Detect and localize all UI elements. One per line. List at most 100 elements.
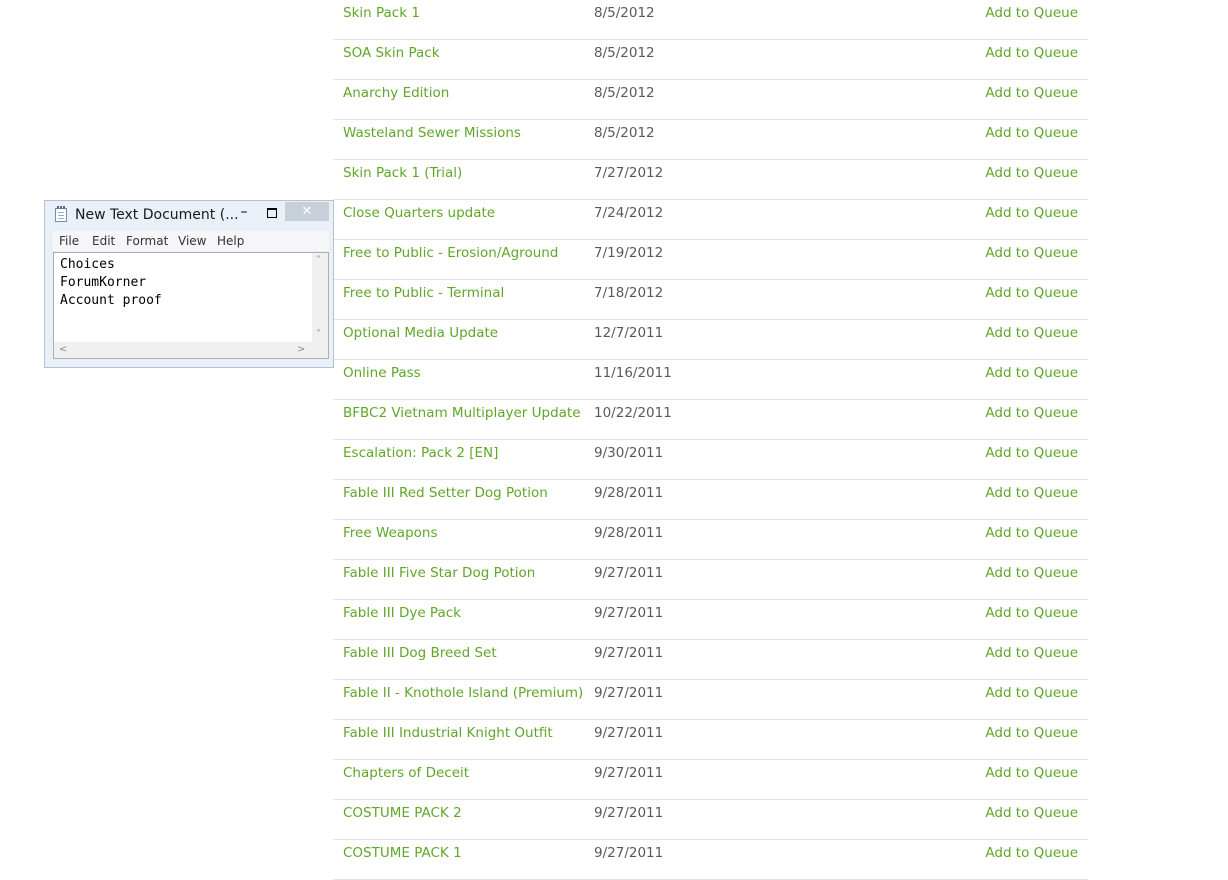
item-date: 7/19/2012 xyxy=(594,245,664,261)
item-name-link[interactable]: COSTUME PACK 2 xyxy=(343,805,462,821)
item-name-link[interactable]: Fable III Five Star Dog Potion xyxy=(343,565,535,581)
item-date: 9/27/2011 xyxy=(594,845,664,861)
item-name-link[interactable]: Wasteland Sewer Missions xyxy=(343,125,521,141)
title-bar[interactable]: New Text Document (... – ✕ xyxy=(45,201,333,229)
add-to-queue-link[interactable]: Add to Queue xyxy=(985,45,1078,61)
list-item: Chapters of Deceit 9/27/2011 Add to Queu… xyxy=(333,760,1088,800)
item-name-link[interactable]: SOA Skin Pack xyxy=(343,45,440,61)
item-date: 7/24/2012 xyxy=(594,205,664,221)
item-date: 8/5/2012 xyxy=(594,45,655,61)
item-date: 11/16/2011 xyxy=(594,365,672,381)
add-to-queue-link[interactable]: Add to Queue xyxy=(985,645,1078,661)
item-date: 9/27/2011 xyxy=(594,725,664,741)
item-name-link[interactable]: Anarchy Edition xyxy=(343,85,449,101)
item-date: 9/27/2011 xyxy=(594,685,664,701)
add-to-queue-link[interactable]: Add to Queue xyxy=(985,565,1078,581)
item-name-link[interactable]: Escalation: Pack 2 [EN] xyxy=(343,445,498,461)
add-to-queue-link[interactable]: Add to Queue xyxy=(985,285,1078,301)
add-to-queue-link[interactable]: Add to Queue xyxy=(985,85,1078,101)
list-item: Escalation: Pack 2 [EN] 9/30/2011 Add to… xyxy=(333,440,1088,480)
item-name-link[interactable]: Fable III Dye Pack xyxy=(343,605,461,621)
item-name-link[interactable]: Fable III Industrial Knight Outfit xyxy=(343,725,553,741)
item-name-link[interactable]: BFBC2 Vietnam Multiplayer Update xyxy=(343,405,581,421)
text-editor[interactable]: Choices ForumKorner Account proof ˄ ˅ < … xyxy=(53,252,329,359)
item-date: 9/27/2011 xyxy=(594,645,664,661)
item-name-link[interactable]: Free to Public - Terminal xyxy=(343,285,504,301)
list-item: Skin Pack 1 (Trial) 7/27/2012 Add to Que… xyxy=(333,160,1088,200)
item-date: 7/18/2012 xyxy=(594,285,664,301)
item-date: 12/7/2011 xyxy=(594,325,664,341)
maximize-button[interactable] xyxy=(261,204,283,224)
menu-edit[interactable]: Edit xyxy=(92,234,115,248)
item-name-link[interactable]: Skin Pack 1 xyxy=(343,5,420,21)
item-name-link[interactable]: Online Pass xyxy=(343,365,421,381)
add-to-queue-link[interactable]: Add to Queue xyxy=(985,245,1078,261)
add-to-queue-link[interactable]: Add to Queue xyxy=(985,685,1078,701)
add-to-queue-link[interactable]: Add to Queue xyxy=(985,205,1078,221)
add-to-queue-link[interactable]: Add to Queue xyxy=(985,765,1078,781)
list-item: Fable II - Knothole Island (Premium) 9/2… xyxy=(333,680,1088,720)
list-item: COSTUME PACK 1 9/27/2011 Add to Queue xyxy=(333,840,1088,880)
list-item: Free Weapons 9/28/2011 Add to Queue xyxy=(333,520,1088,560)
minimize-button[interactable]: – xyxy=(233,204,255,224)
item-name-link[interactable]: Skin Pack 1 (Trial) xyxy=(343,165,462,181)
add-to-queue-link[interactable]: Add to Queue xyxy=(985,445,1078,461)
add-to-queue-link[interactable]: Add to Queue xyxy=(985,365,1078,381)
item-name-link[interactable]: Free Weapons xyxy=(343,525,438,541)
scroll-up-icon[interactable]: ˄ xyxy=(316,256,321,266)
scroll-right-icon[interactable]: > xyxy=(297,345,305,355)
add-to-queue-link[interactable]: Add to Queue xyxy=(985,325,1078,341)
scroll-down-icon[interactable]: ˅ xyxy=(316,330,321,340)
close-button[interactable]: ✕ xyxy=(285,202,329,221)
item-name-link[interactable]: Fable III Red Setter Dog Potion xyxy=(343,485,548,501)
list-item: Fable III Industrial Knight Outfit 9/27/… xyxy=(333,720,1088,760)
resize-grip-icon[interactable] xyxy=(312,342,328,358)
item-name-link[interactable]: Chapters of Deceit xyxy=(343,765,469,781)
list-item: Online Pass 11/16/2011 Add to Queue xyxy=(333,360,1088,400)
menu-view[interactable]: View xyxy=(178,234,206,248)
item-date: 9/27/2011 xyxy=(594,565,664,581)
add-to-queue-link[interactable]: Add to Queue xyxy=(985,805,1078,821)
add-to-queue-link[interactable]: Add to Queue xyxy=(985,165,1078,181)
notepad-icon xyxy=(55,206,67,222)
document-text[interactable]: Choices ForumKorner Account proof xyxy=(60,256,162,310)
item-name-link[interactable]: Fable III Dog Breed Set xyxy=(343,645,497,661)
add-to-queue-link[interactable]: Add to Queue xyxy=(985,125,1078,141)
vertical-scrollbar[interactable]: ˄ ˅ xyxy=(312,253,328,342)
list-item: Fable III Dog Breed Set 9/27/2011 Add to… xyxy=(333,640,1088,680)
menu-format[interactable]: Format xyxy=(126,234,168,248)
list-item: Fable III Five Star Dog Potion 9/27/2011… xyxy=(333,560,1088,600)
item-name-link[interactable]: Free to Public - Erosion/Aground xyxy=(343,245,558,261)
list-item: Close Quarters update 7/24/2012 Add to Q… xyxy=(333,200,1088,240)
item-date: 8/5/2012 xyxy=(594,125,655,141)
add-to-queue-link[interactable]: Add to Queue xyxy=(985,605,1078,621)
list-item: Skin Pack 1 8/5/2012 Add to Queue xyxy=(333,0,1088,40)
scroll-left-icon[interactable]: < xyxy=(59,345,67,355)
list-item: Anarchy Edition 8/5/2012 Add to Queue xyxy=(333,80,1088,120)
item-name-link[interactable]: COSTUME PACK 1 xyxy=(343,845,462,861)
item-date: 9/27/2011 xyxy=(594,765,664,781)
add-to-queue-link[interactable]: Add to Queue xyxy=(985,5,1078,21)
item-name-link[interactable]: Optional Media Update xyxy=(343,325,498,341)
item-date: 9/28/2011 xyxy=(594,525,664,541)
list-item: Free to Public - Terminal 7/18/2012 Add … xyxy=(333,280,1088,320)
add-to-queue-link[interactable]: Add to Queue xyxy=(985,485,1078,501)
horizontal-scrollbar[interactable]: < > xyxy=(54,342,312,358)
menu-help[interactable]: Help xyxy=(217,234,244,248)
item-name-link[interactable]: Fable II - Knothole Island (Premium) xyxy=(343,685,583,701)
item-date: 9/30/2011 xyxy=(594,445,664,461)
item-date: 8/5/2012 xyxy=(594,5,655,21)
menu-bar: File Edit Format View Help xyxy=(53,231,329,251)
list-item: BFBC2 Vietnam Multiplayer Update 10/22/2… xyxy=(333,400,1088,440)
add-to-queue-link[interactable]: Add to Queue xyxy=(985,525,1078,541)
add-to-queue-link[interactable]: Add to Queue xyxy=(985,405,1078,421)
list-item: COSTUME PACK 2 9/27/2011 Add to Queue xyxy=(333,800,1088,840)
list-item: Fable III Red Setter Dog Potion 9/28/201… xyxy=(333,480,1088,520)
add-to-queue-link[interactable]: Add to Queue xyxy=(985,725,1078,741)
menu-file[interactable]: File xyxy=(59,234,79,248)
item-date: 10/22/2011 xyxy=(594,405,672,421)
item-name-link[interactable]: Close Quarters update xyxy=(343,205,495,221)
item-date: 9/27/2011 xyxy=(594,605,664,621)
list-item: Wasteland Sewer Missions 8/5/2012 Add to… xyxy=(333,120,1088,160)
add-to-queue-link[interactable]: Add to Queue xyxy=(985,845,1078,861)
